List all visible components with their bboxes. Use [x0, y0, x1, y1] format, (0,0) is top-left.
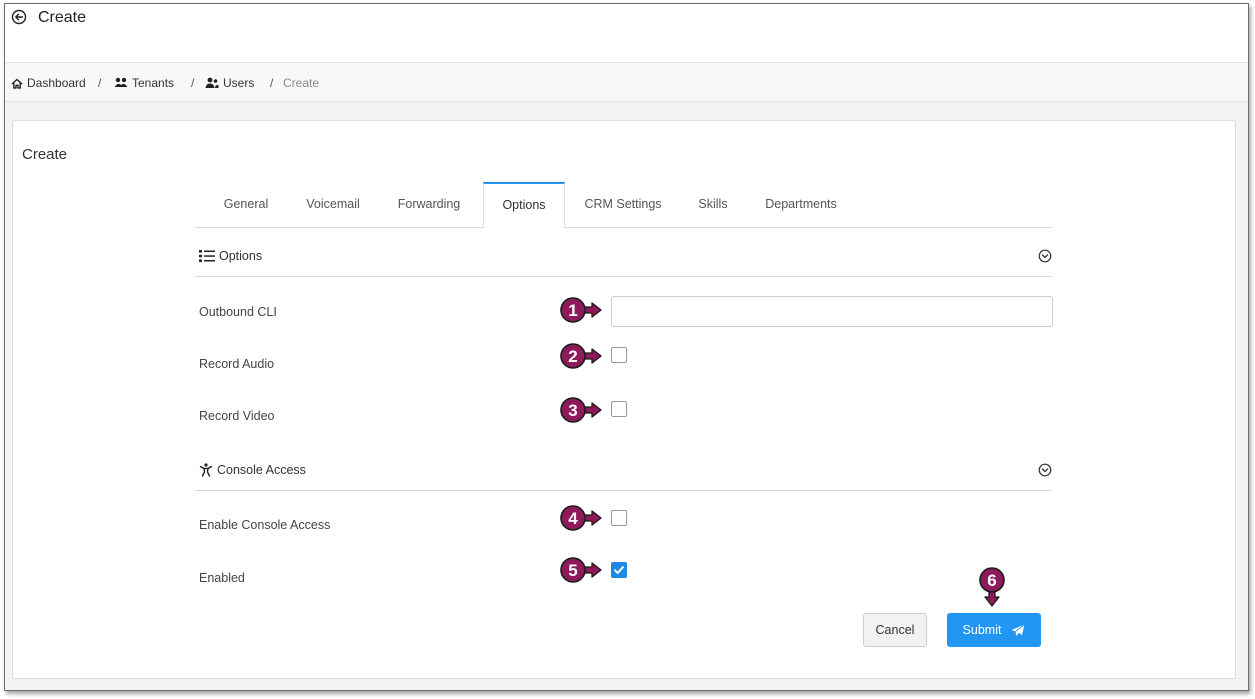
options-section-title-wrap: Options — [199, 249, 262, 263]
breadcrumb-tenants-label: Tenants — [132, 76, 175, 90]
breadcrumb-dashboard-label: Dashboard — [27, 76, 86, 90]
annotation-marker-4: 4 — [560, 505, 602, 531]
record-audio-label: Record Audio — [199, 357, 275, 371]
tab-general[interactable]: General — [209, 183, 283, 227]
breadcrumb: Dashboard / Tenants / Users / Create — [5, 63, 1248, 102]
record-video-checkbox[interactable] — [611, 401, 627, 417]
annotation-marker-1: 1 — [560, 297, 602, 323]
page-title: Create — [38, 9, 87, 26]
cancel-button[interactable]: Cancel — [863, 613, 927, 647]
options-section-header[interactable]: Options — [195, 236, 1052, 277]
tab-crm-settings[interactable]: CRM Settings — [573, 183, 673, 227]
tenants-icon — [114, 77, 128, 87]
chevron-down-icon[interactable] — [1038, 249, 1052, 263]
breadcrumb-users[interactable]: Users — [205, 76, 254, 90]
options-section-title: Options — [219, 249, 263, 263]
annotation-marker-label: 4 — [568, 509, 578, 528]
enabled-checkbox[interactable] — [611, 562, 627, 578]
users-icon — [205, 77, 219, 88]
annotation-marker-label: 6 — [987, 571, 996, 590]
chevron-down-icon[interactable] — [1038, 463, 1052, 477]
outbound-cli-label: Outbound CLI — [199, 305, 277, 319]
annotation-marker-5: 5 — [560, 557, 602, 583]
tab-forwarding[interactable]: Forwarding — [385, 183, 473, 227]
enabled-label: Enabled — [199, 571, 245, 585]
tab-bar: General Voicemail Forwarding Options CRM… — [195, 182, 1052, 228]
annotation-marker-label: 2 — [568, 347, 577, 366]
breadcrumb-current: Create — [283, 76, 320, 90]
breadcrumb-users-label: Users — [223, 76, 255, 90]
tab-departments[interactable]: Departments — [751, 183, 851, 227]
record-video-label: Record Video — [199, 409, 275, 423]
annotation-marker-2: 2 — [560, 343, 602, 369]
tab-skills[interactable]: Skills — [685, 183, 741, 227]
checkmark-icon — [614, 566, 624, 574]
annotation-marker-label: 1 — [568, 301, 577, 320]
tab-voicemail[interactable]: Voicemail — [293, 183, 373, 227]
create-card: Create General Voicemail Forwarding Opti… — [12, 120, 1236, 679]
breadcrumb-separator: / — [191, 76, 195, 90]
top-bar: Create — [5, 4, 1248, 63]
console-section-title: Console Access — [217, 463, 306, 477]
breadcrumb-separator: / — [98, 76, 102, 90]
tab-options[interactable]: Options — [483, 182, 565, 228]
paper-plane-icon — [1011, 623, 1026, 636]
breadcrumb-tenants[interactable]: Tenants — [114, 76, 174, 90]
annotation-marker-label: 5 — [568, 561, 577, 580]
submit-button-label: Submit — [962, 623, 1002, 637]
app-window: Create Dashboard / Tenants / Users / Cre… — [4, 3, 1249, 691]
outbound-cli-input[interactable] — [611, 296, 1053, 327]
person-icon — [199, 463, 213, 477]
console-section-header[interactable]: Console Access — [195, 450, 1052, 491]
back-arrow-icon[interactable] — [11, 9, 27, 25]
home-icon — [11, 78, 23, 89]
breadcrumb-separator: / — [270, 76, 274, 90]
card-title: Create — [22, 146, 68, 163]
record-audio-checkbox[interactable] — [611, 347, 627, 363]
submit-button[interactable]: Submit — [947, 613, 1041, 647]
enable-console-access-label: Enable Console Access — [199, 518, 331, 532]
annotation-marker-3: 3 — [560, 397, 602, 423]
annotation-marker-6: 6 — [979, 567, 1005, 607]
enable-console-access-checkbox[interactable] — [611, 510, 627, 526]
list-icon — [199, 250, 215, 262]
console-section-title-wrap: Console Access — [199, 463, 306, 477]
annotation-marker-label: 3 — [568, 401, 577, 420]
breadcrumb-dashboard[interactable]: Dashboard — [11, 76, 86, 90]
